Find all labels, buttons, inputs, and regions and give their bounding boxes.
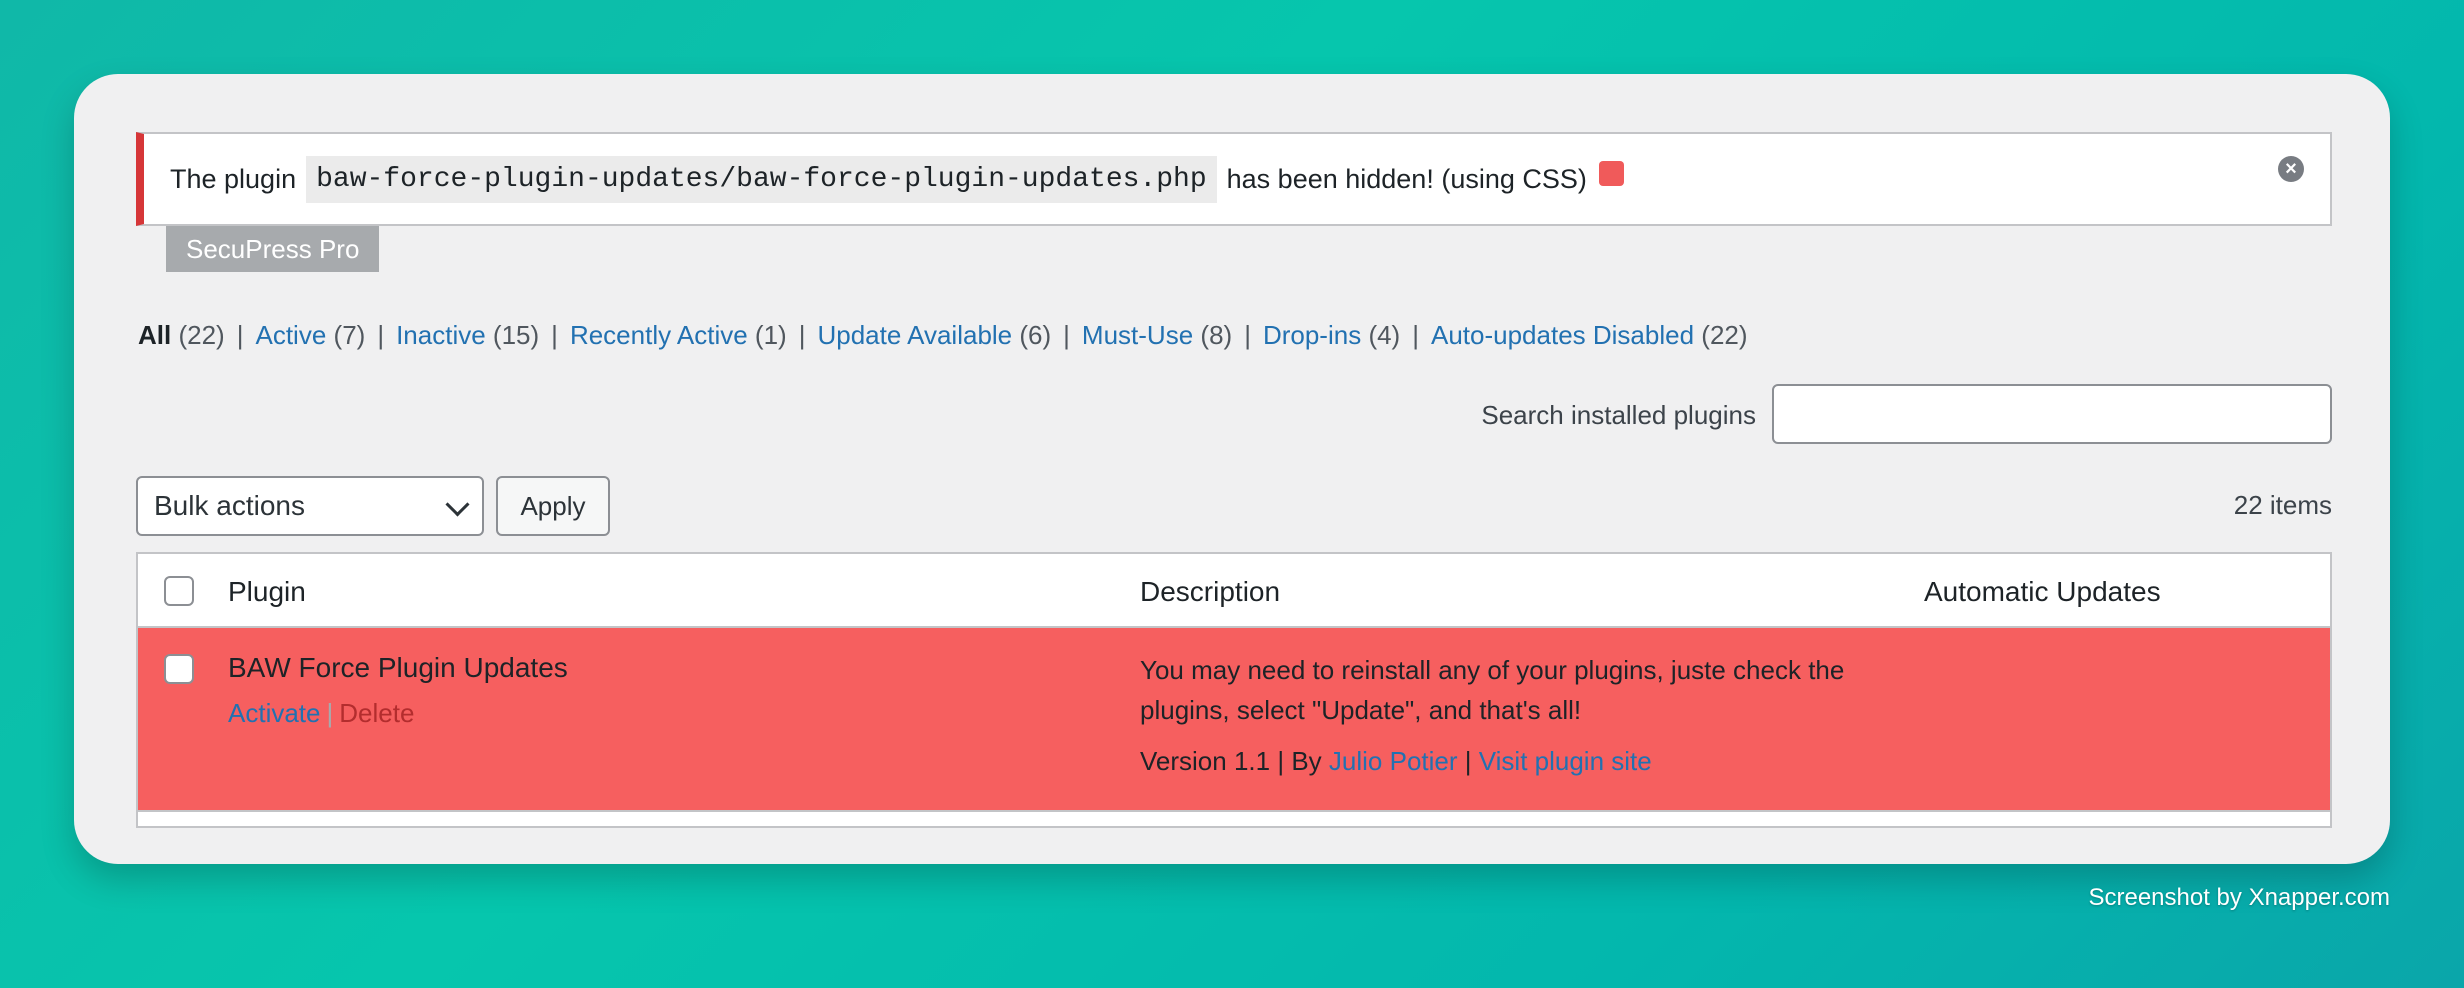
activate-link[interactable]: Activate <box>228 698 321 728</box>
table-row: BAW Force Plugin Updates Activate | Delete… <box>138 628 2330 810</box>
screenshot-card: The plugin baw-force-plugin-updates/baw-… <box>74 74 2390 864</box>
close-circle-icon[interactable]: × <box>2278 156 2304 182</box>
table-header: Plugin Description Automatic Updates <box>138 554 2330 628</box>
filter-inactive[interactable]: Inactive (15) <box>396 320 539 350</box>
column-automatic-updates[interactable]: Automatic Updates <box>1924 576 2161 608</box>
filter-drop-ins[interactable]: Drop-ins (4) <box>1263 320 1400 350</box>
plugin-version: Version 1.1 <box>1140 746 1271 776</box>
filter-must-use[interactable]: Must-Use (8) <box>1082 320 1232 350</box>
visit-plugin-site-link[interactable]: Visit plugin site <box>1479 746 1652 776</box>
plugin-name: BAW Force Plugin Updates <box>228 652 568 683</box>
red-indicator-icon <box>1598 160 1624 186</box>
notice-prefix: The plugin <box>170 163 297 194</box>
delete-link[interactable]: Delete <box>339 698 414 728</box>
filter-update-available[interactable]: Update Available (6) <box>817 320 1051 350</box>
bulk-actions-label: Bulk actions <box>154 490 305 521</box>
secupress-badge: SecuPress Pro <box>166 226 380 272</box>
apply-button[interactable]: Apply <box>496 476 610 536</box>
plugin-description: You may need to reinstall any of your pl… <box>1140 655 1845 725</box>
row-checkbox[interactable] <box>164 654 194 684</box>
table-row <box>138 810 2330 826</box>
meta-separator: | <box>1464 746 1472 776</box>
filter-active[interactable]: Active (7) <box>255 320 365 350</box>
action-separator: | <box>326 698 334 728</box>
column-plugin[interactable]: Plugin <box>228 576 306 608</box>
plugins-table: Plugin Description Automatic Updates BAW… <box>136 552 2332 828</box>
notice-suffix: has been hidden! (using CSS) <box>1226 163 1587 194</box>
search-input[interactable] <box>1772 384 2332 444</box>
bulk-actions-select[interactable]: Bulk actions <box>136 476 484 536</box>
filter-recently-active[interactable]: Recently Active (1) <box>570 320 787 350</box>
chevron-down-icon <box>445 492 470 517</box>
notice-banner: The plugin baw-force-plugin-updates/baw-… <box>136 132 2332 226</box>
author-link[interactable]: Julio Potier <box>1329 746 1458 776</box>
plugin-status-filters: All (22) | Active (7) | Inactive (15) | Recent… <box>138 320 1748 350</box>
search-label: Search installed plugins <box>1481 400 1756 430</box>
select-all-checkbox[interactable] <box>164 576 194 606</box>
column-description[interactable]: Description <box>1140 576 1280 608</box>
meta-separator: | <box>1277 746 1285 776</box>
item-count: 22 items <box>2233 490 2332 520</box>
plugin-meta: Version 1.1 | By Julio Potier | Visit pl… <box>1140 746 1652 777</box>
filter-all[interactable]: All (22) <box>138 320 225 350</box>
filter-auto-updates-disabled[interactable]: Auto-updates Disabled (22) <box>1431 320 1748 350</box>
row-actions: Activate | Delete <box>228 698 414 729</box>
screenshot-credit: Screenshot by Xnapper.com <box>2088 884 2390 911</box>
wp-admin-content: The plugin baw-force-plugin-updates/baw-… <box>136 132 2332 864</box>
by-label: By <box>1291 746 1322 776</box>
notice-plugin-path: baw-force-plugin-updates/baw-force-plugi… <box>306 155 1217 203</box>
